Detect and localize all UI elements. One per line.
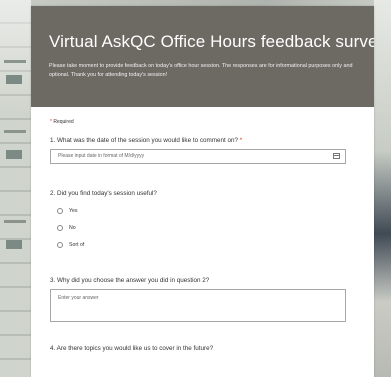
radio-button[interactable] [57,241,63,248]
question-2-number: 2. [50,190,56,197]
form-header: Virtual AskQC Office Hours feedback surv… [31,6,374,107]
form-description: Please take moment to provide feedback o… [49,63,353,78]
radio-button[interactable] [57,224,63,231]
required-note: * Required [50,119,356,125]
question-1-title: 1. What was the date of the session you … [50,137,356,144]
question-1-number: 1. [50,137,56,144]
question-4-title: 4. Are there topics you would like us to… [50,345,356,352]
question-3-text: Why did you choose the answer you did in… [57,277,210,284]
option-yes[interactable]: Yes [50,202,356,219]
required-star: * [50,119,52,125]
option-no[interactable]: No [50,219,356,236]
background-photo-right [374,0,391,377]
answer-placeholder: Enter your answer [58,295,99,301]
question-2-title: 2. Did you find today's session useful? [50,190,356,197]
form-title: Virtual AskQC Office Hours feedback surv… [49,32,374,51]
date-input-placeholder: Please input date in format of M/d/yyyy [58,153,145,159]
question-3-title: 3. Why did you choose the answer you did… [50,277,356,284]
question-4-text: Are there topics you would like us to co… [56,345,214,352]
option-yes-label: Yes [69,207,78,214]
option-sort-of-label: Sort of [69,241,85,248]
question-1-text: What was the date of the session you wou… [57,137,238,144]
required-star: * [239,137,243,144]
form-body: * Required 1. What was the date of the s… [31,107,374,352]
question-4-number: 4. [50,345,56,352]
date-input[interactable]: Please input date in format of M/d/yyyy [50,149,346,164]
calendar-icon[interactable] [333,153,340,159]
survey-form: Virtual AskQC Office Hours feedback surv… [31,6,374,377]
background-photo-left [0,0,31,377]
required-label: Required [53,119,74,125]
option-sort-of[interactable]: Sort of [50,236,356,253]
question-3-number: 3. [50,277,56,284]
option-no-label: No [69,224,76,231]
question-2-text: Did you find today's session useful? [57,190,157,197]
radio-button[interactable] [57,207,63,214]
answer-textarea[interactable]: Enter your answer [50,289,346,322]
